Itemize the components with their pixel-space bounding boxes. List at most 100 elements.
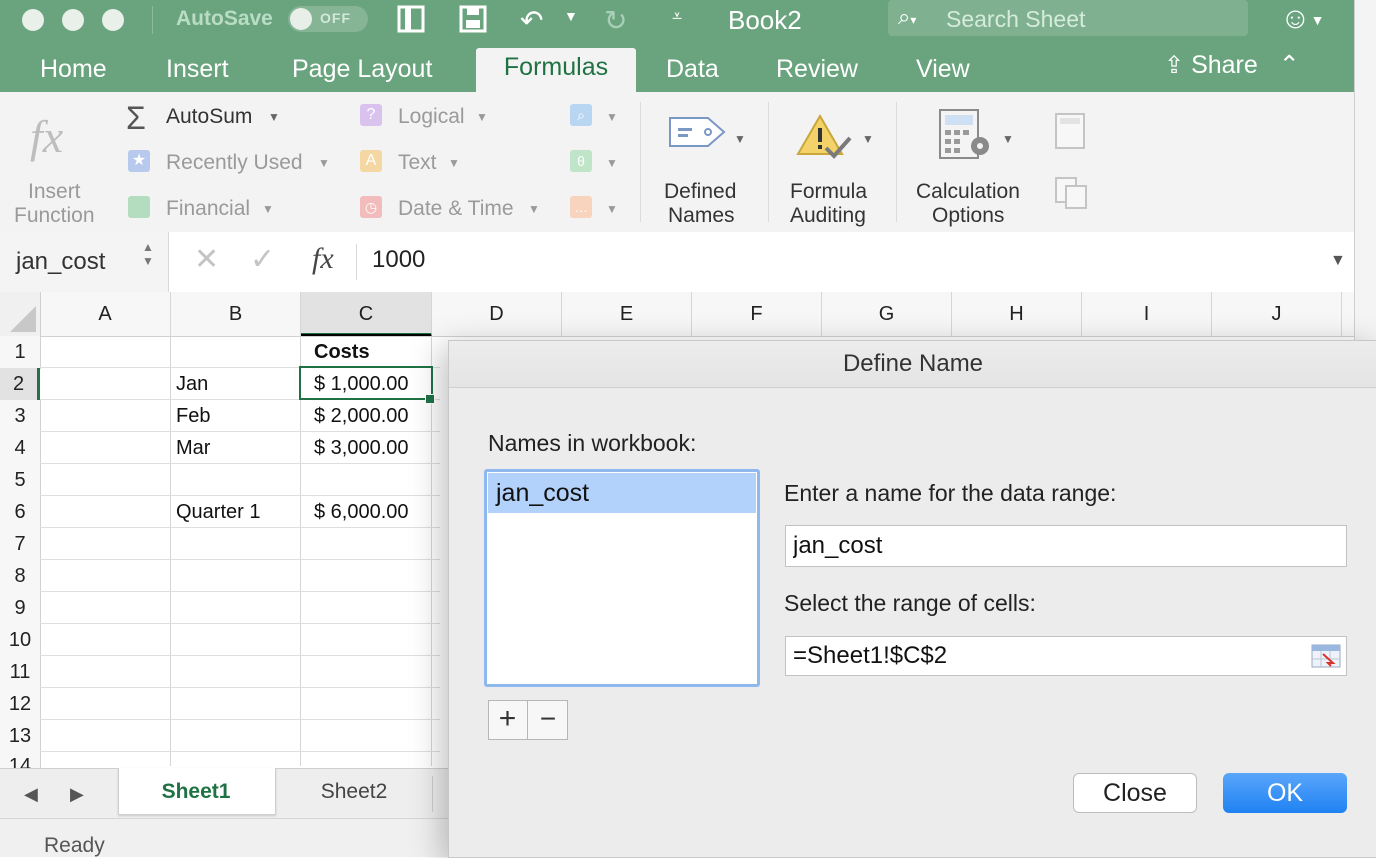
cell-c2[interactable]: $ 1,000.00 — [314, 368, 409, 400]
insert-function-fx-icon[interactable]: fx — [312, 242, 334, 276]
row-header-10[interactable]: 10 — [0, 624, 41, 657]
select-all-corner[interactable] — [0, 292, 41, 336]
close-button[interactable]: Close — [1073, 773, 1197, 813]
zoom-window-button[interactable] — [102, 9, 124, 31]
autosum-icon[interactable]: Σ — [126, 100, 146, 137]
cell-b6[interactable]: Quarter 1 — [176, 496, 260, 528]
list-item[interactable]: jan_cost — [488, 473, 756, 513]
row-header-1[interactable]: 1 — [0, 336, 41, 369]
column-header-i[interactable]: I — [1082, 292, 1212, 336]
close-window-button[interactable] — [22, 9, 44, 31]
undo-icon[interactable]: ↶ — [520, 4, 543, 37]
previous-sheet-icon[interactable]: ◀ — [24, 784, 38, 805]
row-header-3[interactable]: 3 — [0, 400, 41, 433]
lookup-dropdown-icon[interactable]: ▼ — [606, 110, 618, 124]
financial-label[interactable]: Financial — [166, 197, 250, 221]
collapse-ribbon-icon[interactable]: ⌃ — [1279, 51, 1300, 79]
logical-label[interactable]: Logical — [398, 105, 465, 129]
column-header-c[interactable]: C — [301, 292, 432, 336]
defined-names-dropdown-icon[interactable]: ▼ — [734, 132, 746, 146]
sheet-tab-sheet2[interactable]: Sheet2 — [276, 780, 432, 804]
row-header-8[interactable]: 8 — [0, 560, 41, 593]
expand-formula-bar-icon[interactable]: ▼ — [1330, 252, 1346, 270]
search-input[interactable] — [944, 5, 1238, 33]
range-selector-icon[interactable] — [1311, 644, 1341, 668]
range-field[interactable] — [785, 636, 1347, 676]
fill-handle[interactable] — [425, 394, 435, 404]
smiley-feedback-icon[interactable]: ☺▼ — [1280, 2, 1325, 36]
cell-c4[interactable]: $ 3,000.00 — [314, 432, 409, 464]
open-file-icon[interactable] — [396, 4, 428, 34]
recently-used-dropdown-icon[interactable]: ▼ — [318, 156, 330, 170]
row-header-2[interactable]: 2 — [0, 368, 40, 401]
calculate-now-icon[interactable] — [1054, 112, 1086, 150]
cell-b3[interactable]: Feb — [176, 400, 210, 432]
customize-toolbar-icon[interactable]: ⩡ — [672, 6, 682, 27]
logical-dropdown-icon[interactable]: ▼ — [476, 110, 488, 124]
tab-data[interactable]: Data — [652, 50, 733, 92]
remove-name-button[interactable]: − — [528, 700, 568, 740]
calculate-sheet-icon[interactable] — [1054, 176, 1088, 210]
cancel-entry-icon[interactable]: ✕ — [194, 242, 219, 277]
lookup-reference-icon[interactable]: ⌕ — [570, 104, 592, 126]
add-name-button[interactable]: + — [488, 700, 528, 740]
column-header-a[interactable]: A — [40, 292, 171, 336]
minimize-window-button[interactable] — [62, 9, 84, 31]
cell-b2[interactable]: Jan — [176, 368, 208, 400]
autosum-dropdown-icon[interactable]: ▼ — [268, 110, 280, 124]
column-header-e[interactable]: E — [562, 292, 692, 336]
column-header-d[interactable]: D — [432, 292, 562, 336]
name-box-stepper-icon[interactable]: ▲ ▼ — [142, 240, 154, 268]
column-header-j[interactable]: J — [1212, 292, 1342, 336]
row-header-6[interactable]: 6 — [0, 496, 41, 529]
row-header-5[interactable]: 5 — [0, 464, 41, 497]
recently-used-label[interactable]: Recently Used — [166, 151, 303, 175]
tab-home[interactable]: Home — [26, 50, 121, 92]
autosum-label[interactable]: AutoSum — [166, 105, 252, 129]
cell-c6[interactable]: $ 6,000.00 — [314, 496, 409, 528]
row-header-7[interactable]: 7 — [0, 528, 41, 561]
text-dropdown-icon[interactable]: ▼ — [448, 156, 460, 170]
calculation-options-dropdown-icon[interactable]: ▼ — [1002, 132, 1014, 146]
financial-dropdown-icon[interactable]: ▼ — [262, 202, 274, 216]
defined-names-icon[interactable] — [668, 112, 726, 154]
date-time-dropdown-icon[interactable]: ▼ — [528, 202, 540, 216]
cell-b4[interactable]: Mar — [176, 432, 210, 464]
tab-view[interactable]: View — [902, 50, 984, 92]
tab-insert[interactable]: Insert — [152, 50, 243, 92]
tab-formulas[interactable]: Formulas — [476, 48, 636, 92]
row-header-12[interactable]: 12 — [0, 688, 41, 721]
column-header-h[interactable]: H — [952, 292, 1082, 336]
date-time-label[interactable]: Date & Time — [398, 197, 514, 221]
row-header-9[interactable]: 9 — [0, 592, 41, 625]
confirm-entry-icon[interactable]: ✓ — [250, 242, 275, 277]
name-field[interactable] — [785, 525, 1347, 567]
cell-c1[interactable]: Costs — [314, 336, 370, 368]
text-function-label[interactable]: Text — [398, 151, 437, 175]
next-sheet-icon[interactable]: ▶ — [70, 784, 84, 805]
row-header-14[interactable]: 14 — [0, 752, 41, 769]
formula-auditing-icon[interactable] — [796, 112, 852, 164]
formula-auditing-dropdown-icon[interactable]: ▼ — [862, 132, 874, 146]
column-header-f[interactable]: F — [692, 292, 822, 336]
share-button[interactable]: ⇪ Share ⌃ — [1164, 50, 1300, 80]
cell-c3[interactable]: $ 2,000.00 — [314, 400, 409, 432]
ok-button[interactable]: OK — [1223, 773, 1347, 813]
tab-review[interactable]: Review — [762, 50, 872, 92]
save-icon[interactable] — [458, 4, 488, 34]
math-dropdown-icon[interactable]: ▼ — [606, 156, 618, 170]
formula-input[interactable]: 1000 — [372, 246, 425, 274]
column-header-g[interactable]: G — [822, 292, 952, 336]
undo-dropdown-icon[interactable]: ▼ — [564, 8, 578, 24]
row-header-11[interactable]: 11 — [0, 656, 41, 689]
more-functions-icon[interactable]: … — [570, 196, 592, 218]
more-functions-dropdown-icon[interactable]: ▼ — [606, 202, 618, 216]
name-box[interactable]: jan_cost — [16, 248, 105, 276]
column-header-b[interactable]: B — [171, 292, 301, 336]
tab-page-layout[interactable]: Page Layout — [278, 50, 446, 92]
row-header-13[interactable]: 13 — [0, 720, 41, 753]
insert-function-icon[interactable]: fx — [30, 110, 63, 163]
row-header-4[interactable]: 4 — [0, 432, 41, 465]
math-trig-icon[interactable]: θ — [570, 150, 592, 172]
calculation-options-icon[interactable] — [938, 108, 994, 164]
